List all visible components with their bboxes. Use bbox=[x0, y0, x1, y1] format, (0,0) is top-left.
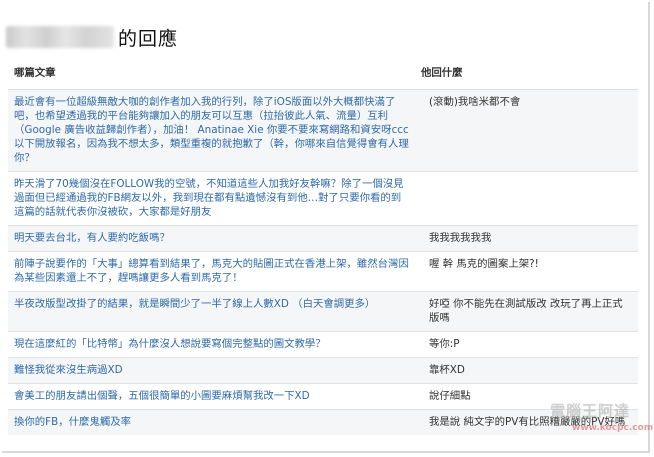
table-row: 昨天滑了70幾個沒在FOLLOW我的空號，不知道這些人加我好友幹嘛？除了一個沒見… bbox=[8, 171, 638, 226]
watermark-text: 電腦王阿達 bbox=[550, 402, 631, 420]
reply-text: 喔 幹 馬克的圖案上架?! bbox=[415, 251, 638, 292]
post-link[interactable]: 換你的FB，什麼鬼觸及率 bbox=[8, 409, 415, 435]
post-link[interactable]: 難怪我從來沒生病過XD bbox=[8, 357, 415, 384]
post-link[interactable]: 半夜改版型改掛了的結果，就是瞬間少了一半了線上人數XD （白天會調更多） bbox=[8, 291, 415, 332]
reply-text: 好啞 你不能先在測試版改 改玩了再上正式版嗎 bbox=[415, 291, 638, 332]
column-header-reply: 他回什麼 bbox=[415, 62, 638, 90]
table-row: 半夜改版型改掛了的結果，就是瞬間少了一半了線上人數XD （白天會調更多） 好啞 … bbox=[8, 291, 638, 332]
post-link[interactable]: 現在這麼紅的「比特幣」為什麼沒人想說要寫個完整點的圖文教學？ bbox=[8, 331, 415, 358]
reply-text: (滾動)我啥米都不會 bbox=[415, 89, 638, 172]
table-row: 前陣子說要作的「大事」總算看到結果了，馬克大的貼圖正式在香港上架，雖然台灣因為某… bbox=[8, 251, 638, 292]
table-row: 現在這麼紅的「比特幣」為什麼沒人想說要寫個完整點的圖文教學？ 等你:P bbox=[8, 331, 638, 358]
responses-table: 哪篇文章 他回什麼 最近會有一位超級無敵大咖的創作者加入我的行列，除了iOS版面… bbox=[8, 62, 638, 435]
post-link[interactable]: 會美工的朋友請出個聲，五個很簡單的小圖要麻煩幫我改一下XD bbox=[8, 383, 415, 410]
site-watermark: 電腦王阿達 www.kocpc.com.tw bbox=[534, 398, 654, 446]
post-link[interactable]: 最近會有一位超級無敵大咖的創作者加入我的行列，除了iOS版面以外大概都快滿了吧，… bbox=[8, 89, 415, 172]
page-header: 的回應 bbox=[6, 22, 178, 52]
table-header-row: 哪篇文章 他回什麼 bbox=[8, 62, 638, 90]
reply-text: 我我我我我我 bbox=[415, 225, 638, 252]
post-link[interactable]: 昨天滑了70幾個沒在FOLLOW我的空號，不知道這些人加我好友幹嘛？除了一個沒見… bbox=[8, 171, 415, 226]
reply-text: 等你:P bbox=[415, 331, 638, 358]
post-link[interactable]: 前陣子說要作的「大事」總算看到結果了，馬克大的貼圖正式在香港上架，雖然台灣因為某… bbox=[8, 251, 415, 292]
table-row: 難怪我從來沒生病過XD 靠杯XD bbox=[8, 357, 638, 384]
watermark-url: www.kocpc.com.tw bbox=[572, 423, 654, 433]
page-title: 的回應 bbox=[118, 27, 179, 50]
post-link[interactable]: 明天要去台北，有人要約吃飯嗎？ bbox=[8, 225, 415, 252]
blurred-username bbox=[6, 26, 114, 48]
column-header-post: 哪篇文章 bbox=[8, 62, 415, 90]
table-row: 最近會有一位超級無敵大咖的創作者加入我的行列，除了iOS版面以外大概都快滿了吧，… bbox=[8, 89, 638, 172]
reply-text bbox=[415, 171, 638, 226]
table-row: 明天要去台北，有人要約吃飯嗎？ 我我我我我我 bbox=[8, 225, 638, 252]
reply-text: 靠杯XD bbox=[415, 357, 638, 384]
